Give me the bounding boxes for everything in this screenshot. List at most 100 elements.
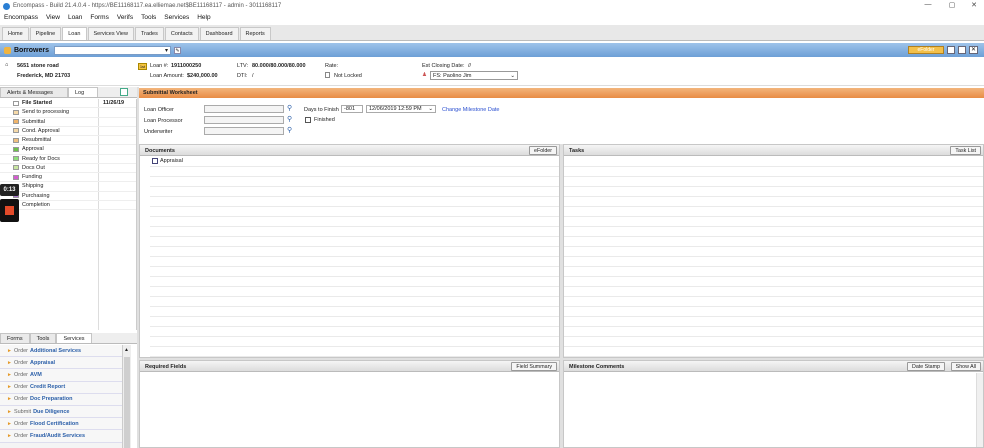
log-row[interactable]: Resubmittal [0,136,136,146]
documents-header: Documents eFolder [140,145,559,156]
tab-reports[interactable]: Reports [239,27,271,40]
service-item[interactable]: ► Order Appraisal [0,357,131,370]
lock-status: Not Locked [334,73,362,79]
scroll-up-icon[interactable]: ▲ [124,347,129,353]
search-icon[interactable]: ⚲ [287,104,292,112]
service-item[interactable]: ► Order Additional Services [0,345,131,358]
log-row[interactable]: Completion [0,201,136,210]
service-item[interactable]: ► Order Doc Preparation [0,393,131,406]
left-panel-tabs: Alerts & Messages Log [0,87,137,98]
service-item[interactable]: ► Order Credit Report [0,381,131,394]
service-name: AVM [30,371,42,378]
milestone-date-picker[interactable]: 12/06/2019 12:59 PM ⌄ [366,105,436,113]
edit-borrower-icon[interactable]: ✎ [174,46,182,54]
task-list-button[interactable]: Task List [950,146,981,155]
service-name: Appraisal [30,359,56,366]
tab-trades[interactable]: Trades [134,27,164,40]
loan-processor-label: Loan Processor [144,118,183,124]
comments-scrollbar[interactable] [976,373,983,447]
services-scrollbar[interactable]: ▲ [122,345,131,448]
service-item[interactable]: ► Order AVM [0,369,131,382]
change-milestone-date-link[interactable]: Change Milestone Date [442,107,499,113]
tab-contacts[interactable]: Contacts [164,27,199,40]
search-icon[interactable]: ⚲ [287,115,292,123]
log-row[interactable]: Funding [0,173,136,183]
menu-forms[interactable]: Forms [90,14,108,21]
tab-forms[interactable]: Forms [0,333,30,343]
tab-services-view[interactable]: Services View [87,27,134,40]
tab-dashboard[interactable]: Dashboard [199,27,239,40]
tab-alerts-messages[interactable]: Alerts & Messages [0,87,68,97]
menu-verifs[interactable]: Verifs [117,14,133,21]
worksheet-header: Submittal Worksheet [139,88,984,98]
milestone-icon [13,128,19,134]
menu-encompass[interactable]: Encompass [4,14,38,21]
show-all-button[interactable]: Show All [950,362,981,371]
chevron-down-icon: ⌄ [510,73,515,79]
log-row[interactable]: Approval [0,145,136,155]
menu-view[interactable]: View [46,14,60,21]
log-row[interactable]: Docs Out [0,164,136,173]
log-row[interactable]: Ready for Docs [0,155,136,164]
tab-pipeline[interactable]: Pipeline [29,27,62,40]
services-list: ► Order Additional Services ► Order Appraisal… [0,345,131,448]
underwriter-field[interactable] [204,127,284,135]
assignee-select[interactable]: FS: Paolino Jim ⌄ [430,71,518,80]
milestone-icon [13,109,19,115]
tasks-header: Tasks Task List [564,145,983,156]
log-label: Send to processing [22,109,70,116]
service-verb: Order [13,347,29,354]
log-label: Completion [22,201,50,208]
loan-processor-field[interactable] [204,116,284,124]
required-fields-title: Required Fields [145,364,187,370]
close-loan-icon[interactable]: ✕ [969,46,978,54]
file-started-icon [13,100,19,106]
close-window-button[interactable]: ✕ [964,1,984,9]
milestone-icon [13,146,19,152]
document-name: Appraisal [160,158,183,164]
search-icon[interactable]: ⚲ [287,126,292,134]
efolder-documents-button[interactable]: eFolder [529,146,557,155]
tab-tools[interactable]: Tools [29,333,57,343]
menu-help[interactable]: Help [197,14,210,21]
service-item[interactable]: ► Submit Due Diligence [0,405,131,419]
arrow-right-icon: ► [7,408,12,415]
log-row[interactable]: File Started 11/26/19 [0,99,136,109]
stop-recording-button[interactable] [0,199,19,222]
minimize-button[interactable]: — [918,1,938,8]
loan-amount-label: Loan Amount: [150,73,184,79]
log-row[interactable]: Cond. Approval [0,127,136,136]
print-icon[interactable] [958,46,966,54]
days-to-finish-field[interactable]: -801 [341,105,363,113]
log-row[interactable]: Submittal [0,118,136,127]
date-stamp-button[interactable]: Date Stamp [907,362,945,371]
field-summary-button[interactable]: Field Summary [511,362,557,371]
arrow-right-icon: ► [7,396,12,403]
arrow-right-icon: ► [7,371,12,378]
document-item[interactable]: Appraisal [152,158,183,164]
save-icon[interactable] [947,46,955,54]
menu-loan[interactable]: Loan [68,14,82,21]
maximize-button[interactable]: ▢ [942,1,962,9]
service-item[interactable]: ► Order Flood Certification [0,418,131,431]
tab-log[interactable]: Log [68,87,98,97]
tab-home[interactable]: Home [2,27,29,40]
tab-services[interactable]: Services [56,333,92,343]
service-name: Doc Preparation [30,396,73,403]
loan-header: ⌂ 5651 stone road Frederick, MD 21703 1s… [0,58,984,86]
log-row[interactable]: Purchasing [0,192,136,201]
address-line1: 5651 stone road [17,63,59,69]
add-log-icon[interactable] [120,88,128,96]
menu-tools[interactable]: Tools [141,14,156,21]
tab-loan[interactable]: Loan [62,27,87,40]
log-row[interactable]: Send to processing [0,108,136,118]
finished-checkbox[interactable] [305,117,311,123]
borrower-select[interactable]: ▾ [54,45,172,55]
log-row[interactable]: Shipping [0,182,136,192]
menu-services[interactable]: Services [164,14,189,21]
loan-officer-field[interactable] [204,105,284,113]
efolder-button[interactable]: eFolder [908,46,944,54]
document-checkbox[interactable] [152,158,158,164]
service-item[interactable]: ► Order Fraud/Audit Services [0,430,131,443]
dti-value: / [252,73,254,79]
